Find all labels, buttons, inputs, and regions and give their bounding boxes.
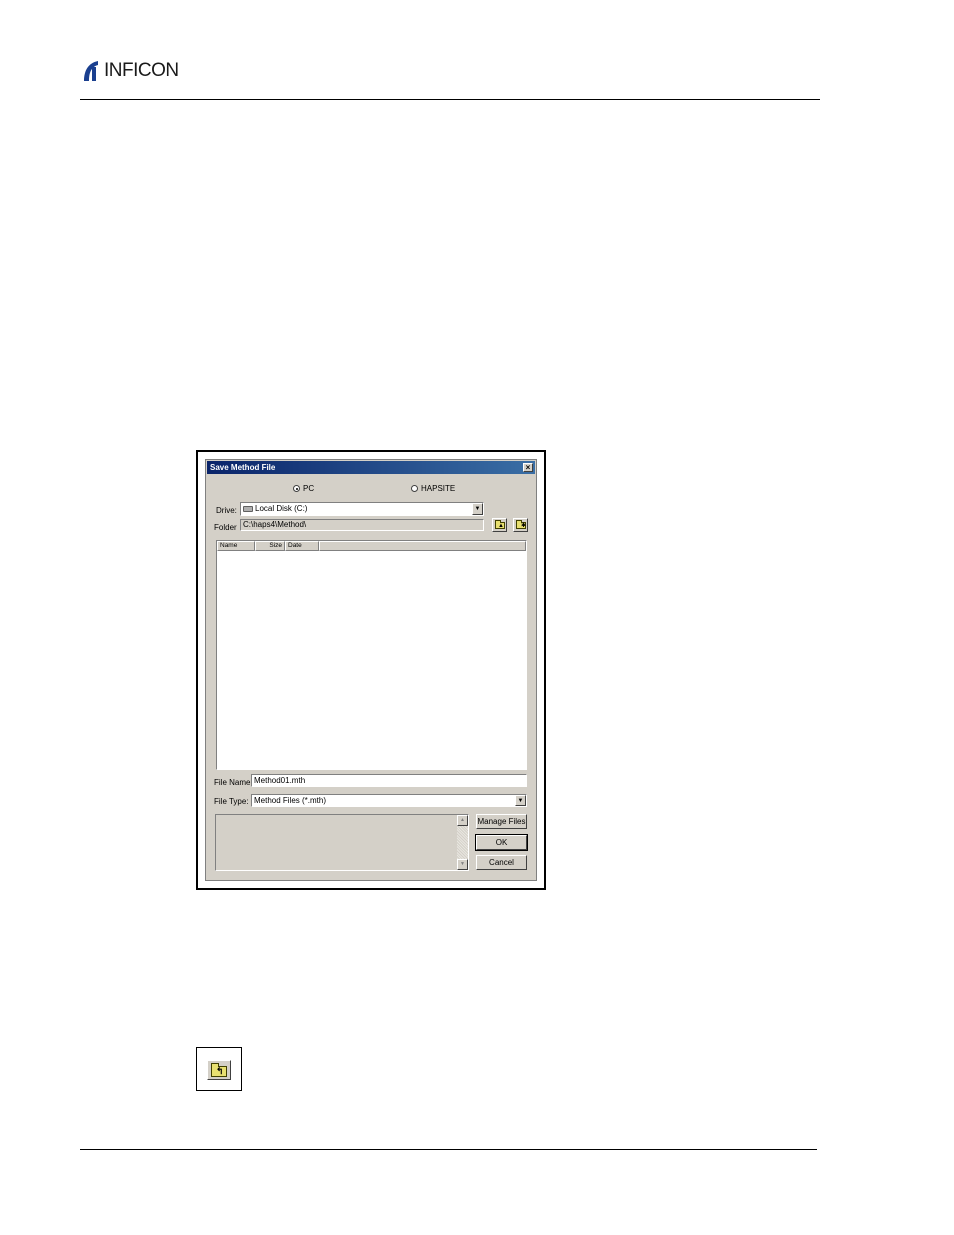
radio-pc-label: PC: [303, 484, 315, 493]
close-button[interactable]: ×: [523, 463, 533, 472]
dialog-title: Save Method File: [210, 463, 276, 472]
file-type-value: Method Files (*.mth): [254, 796, 327, 805]
footer-divider: [80, 1149, 817, 1150]
radio-hapsite[interactable]: HAPSITE: [411, 484, 455, 493]
message-area: ▲ ▼: [215, 814, 469, 871]
file-list-header: Name Size Date: [217, 541, 526, 551]
drive-label: Drive:: [216, 506, 237, 515]
drive-value: Local Disk (C:): [255, 504, 308, 513]
drive-icon: [243, 506, 253, 512]
file-list[interactable]: Name Size Date: [216, 540, 527, 770]
file-name-input[interactable]: Method01.mth: [251, 774, 527, 787]
up-folder-figure: ↰: [196, 1047, 242, 1091]
folder-label: Folder: [214, 523, 237, 532]
up-folder-icon: ▲: [495, 520, 505, 529]
drive-dropdown-arrow[interactable]: ▼: [472, 503, 483, 515]
up-folder-button[interactable]: ▲: [492, 518, 507, 532]
file-name-label: File Name:: [214, 778, 253, 787]
file-type-dropdown-arrow[interactable]: ▼: [515, 795, 526, 806]
column-filler: [319, 541, 526, 551]
header-divider: [80, 99, 820, 100]
radio-pc-indicator[interactable]: [293, 485, 300, 492]
ok-button[interactable]: OK: [475, 834, 528, 851]
cancel-button[interactable]: Cancel: [476, 855, 527, 870]
inficon-logo-icon: [84, 61, 98, 81]
file-type-label: File Type:: [214, 797, 249, 806]
radio-pc[interactable]: PC: [293, 484, 314, 493]
new-folder-icon: ✱: [516, 520, 526, 529]
scroll-up-icon[interactable]: ▲: [457, 815, 468, 826]
column-date[interactable]: Date: [285, 541, 319, 551]
dialog-titlebar: Save Method File ×: [207, 461, 535, 474]
inficon-logo: INFICON: [80, 58, 179, 84]
radio-hapsite-indicator[interactable]: [411, 485, 418, 492]
column-size[interactable]: Size: [255, 541, 285, 551]
manage-files-button[interactable]: Manage Files: [476, 814, 527, 829]
drive-select[interactable]: Local Disk (C:) ▼: [240, 502, 484, 516]
column-name[interactable]: Name: [217, 541, 255, 551]
up-folder-icon-enlarged: ↰: [211, 1063, 227, 1077]
save-method-file-dialog: Save Method File × PC HAPSITE Drive: Loc…: [205, 459, 537, 881]
figure-frame: Save Method File × PC HAPSITE Drive: Loc…: [196, 450, 546, 890]
file-type-select[interactable]: Method Files (*.mth) ▼: [251, 794, 527, 807]
up-folder-button-enlarged: ↰: [207, 1060, 231, 1080]
new-folder-button[interactable]: ✱: [513, 518, 528, 532]
scroll-down-icon[interactable]: ▼: [457, 859, 468, 870]
message-scrollbar[interactable]: ▲ ▼: [457, 815, 468, 870]
brand-name: INFICON: [104, 60, 179, 81]
radio-hapsite-label: HAPSITE: [421, 484, 456, 493]
folder-path: C:\haps4\Method\: [240, 519, 484, 531]
